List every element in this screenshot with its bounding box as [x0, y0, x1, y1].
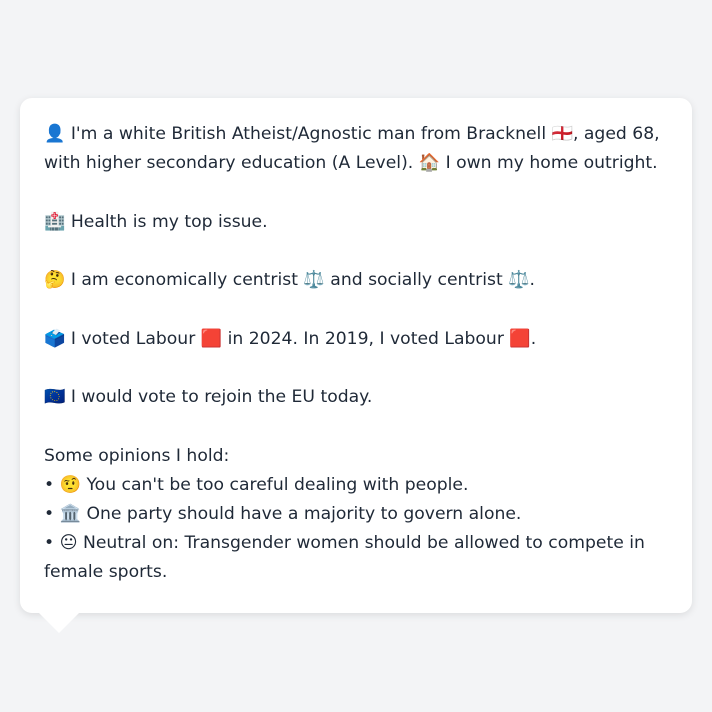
economics-paragraph: 🤔 I am economically centrist ⚖️ and soci… [44, 270, 536, 290]
opinion-item: • 🏛️ One party should have a majority to… [44, 503, 522, 524]
intro-paragraph: 👤 I'm a white British Atheist/Agnostic m… [44, 124, 660, 173]
opinion-item: • 😐 Neutral on: Transgender women should… [44, 532, 645, 582]
eu-paragraph: 🇪🇺 I would vote to rejoin the EU today. [44, 387, 373, 407]
health-paragraph: 🏥 Health is my top issue. [44, 211, 268, 232]
bubble-tail [38, 612, 80, 633]
message-bubble: 👤 I'm a white British Atheist/Agnostic m… [20, 98, 692, 613]
voting-paragraph: 🗳️ I voted Labour 🟥 in 2024. In 2019, I … [44, 328, 537, 349]
opinions-heading: Some opinions I hold: [44, 445, 230, 466]
opinions-section: Some opinions I hold: • 🤨 You can't be t… [44, 442, 668, 587]
opinion-item: • 🤨 You can't be too careful dealing wit… [44, 474, 469, 495]
